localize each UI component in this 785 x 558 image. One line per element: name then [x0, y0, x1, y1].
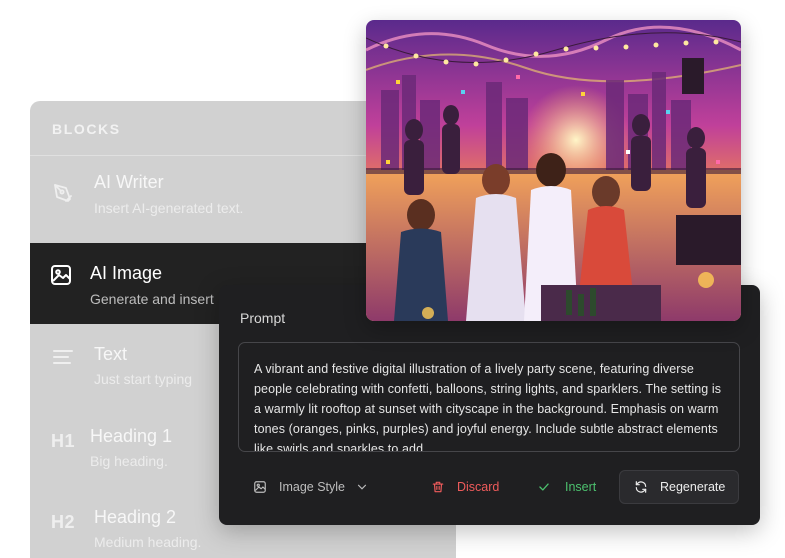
text-lines-icon [50, 344, 76, 370]
check-icon [537, 480, 551, 494]
block-title: Heading 1 [90, 426, 173, 446]
image-icon [48, 262, 74, 288]
image-icon [253, 480, 267, 494]
block-title: AI Writer [94, 172, 164, 192]
party-illustration [366, 20, 741, 321]
prompt-text: A vibrant and festive digital illustrati… [254, 362, 722, 452]
prompt-panel: Prompt A vibrant and festive digital ill… [219, 285, 760, 525]
trash-icon [431, 480, 445, 494]
discard-label: Discard [457, 480, 500, 494]
block-title: AI Image [90, 263, 163, 283]
generated-party-image[interactable] [366, 20, 741, 321]
prompt-toolbar: Image Style Discard Insert Regenerate [219, 470, 760, 504]
insert-label: Insert [565, 480, 597, 494]
block-desc: Medium heading. [94, 534, 202, 550]
prompt-label: Prompt [240, 310, 286, 326]
block-title: Heading 2 [94, 507, 177, 527]
discard-button[interactable]: Discard [431, 470, 499, 504]
h2-tag-icon: H2 [50, 511, 75, 532]
regenerate-label: Regenerate [660, 480, 726, 494]
refresh-icon [634, 480, 648, 494]
block-title: Text [94, 344, 128, 364]
regenerate-button[interactable]: Regenerate [619, 470, 739, 504]
image-style-label: Image Style [279, 480, 346, 494]
block-desc: Just start typing [94, 371, 193, 387]
chevron-down-icon [355, 480, 369, 494]
block-desc: Generate and insert [90, 291, 214, 307]
block-desc: Insert AI-generated text. [94, 200, 244, 216]
block-desc: Big heading. [90, 453, 168, 469]
image-style-dropdown[interactable]: Image Style [253, 470, 369, 504]
insert-button[interactable]: Insert [537, 470, 596, 504]
stage: BLOCKS AI Writer Insert AI-generated tex… [0, 0, 785, 558]
prompt-textarea[interactable]: A vibrant and festive digital illustrati… [238, 342, 740, 452]
pen-nib-icon [50, 180, 76, 206]
blocks-heading: BLOCKS [52, 121, 121, 137]
h1-tag-icon: H1 [50, 430, 75, 451]
